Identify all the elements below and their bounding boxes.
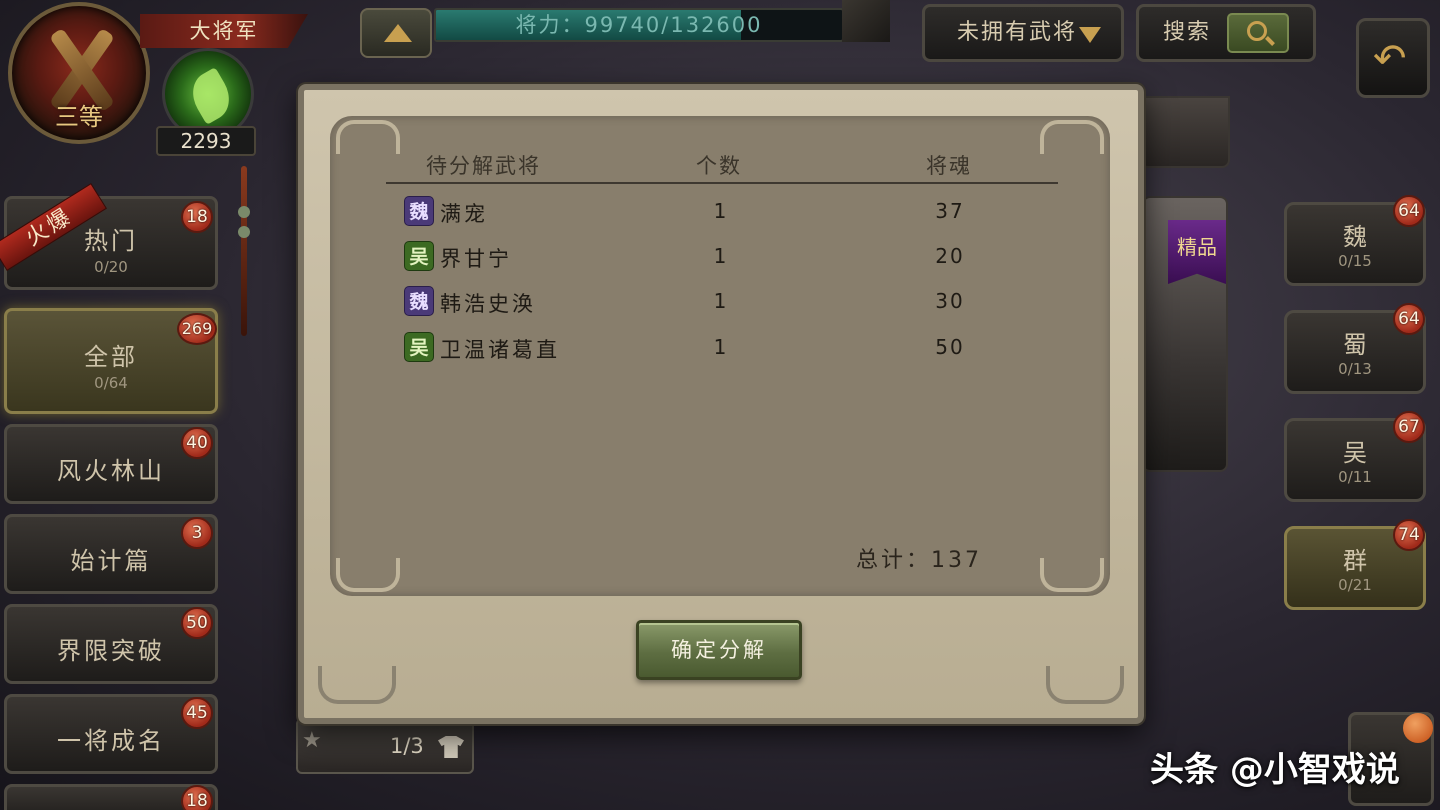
hero-card[interactable] [1140, 96, 1230, 168]
category-shiji[interactable]: 始计篇 3 [4, 514, 218, 594]
hero-name: 韩浩史涣 [440, 292, 536, 316]
category-progress: 0/64 [94, 374, 128, 392]
hero-count: 1 [713, 289, 727, 313]
count-badge: 74 [1393, 519, 1425, 551]
table-row: 吴 卫温诸葛直 1 50 [0, 332, 1440, 372]
power-progress-bar: 将力：99740/132600 [434, 8, 844, 42]
table-row: 吴 界甘宁 1 20 [0, 241, 1440, 281]
hero-name: 界甘宁 [440, 247, 512, 271]
column-header-count: 个数 [696, 154, 742, 178]
hero-count: 1 [713, 244, 727, 268]
category-label: 界限突破 [57, 637, 165, 665]
confirm-decompose-button[interactable]: 确定分解 [636, 620, 802, 680]
column-header-hero: 待分解武将 [426, 154, 541, 178]
rank-title: 大将军 [140, 14, 308, 48]
hero-soul: 30 [935, 289, 965, 313]
search-button[interactable] [1227, 13, 1289, 53]
count-badge: 45 [181, 697, 213, 729]
category-label: 一将成名 [57, 727, 165, 755]
hero-soul: 20 [935, 244, 965, 268]
hero-name: 满宠 [440, 202, 488, 226]
soul-total: 总计：137 [856, 548, 982, 573]
count-badge: 40 [181, 427, 213, 459]
watermark: 头条 @小智戏说 [1150, 750, 1400, 790]
table-row: 魏 满宠 1 37 [0, 196, 1440, 236]
category-more[interactable]: 18 [4, 784, 218, 810]
hero-count: 1 [713, 335, 727, 359]
bar-ornament [842, 0, 890, 42]
faction-wu[interactable]: 吴 0/11 67 [1284, 411, 1426, 502]
count-badge: 50 [181, 607, 213, 639]
faction-chip-wei: 魏 [404, 196, 434, 226]
category-label: 始计篇 [70, 547, 152, 575]
column-header-soul: 将魂 [926, 154, 972, 178]
table-row: 魏 韩浩史涣 1 30 [0, 286, 1440, 326]
hero-name: 卫温诸葛直 [440, 338, 560, 362]
faction-chip-wu: 吴 [404, 241, 434, 271]
category-label: 风火林山 [57, 457, 165, 485]
category-jiexian[interactable]: 界限突破 50 [4, 604, 218, 684]
back-button[interactable]: ↶ [1356, 18, 1430, 98]
back-arrow-icon: ↶ [1373, 36, 1407, 82]
rank-emblem[interactable]: 三等 [8, 2, 150, 144]
faction-progress: 0/21 [1338, 576, 1372, 594]
count-badge: 18 [181, 785, 213, 810]
search-label: 搜索 [1163, 20, 1212, 45]
header-divider [386, 182, 1058, 184]
faction-chip-wei: 魏 [404, 286, 434, 316]
category-yijiang[interactable]: 一将成名 45 [4, 694, 218, 774]
rank-level: 三等 [55, 103, 103, 131]
notification-dot [1403, 713, 1433, 743]
owned-filter-dropdown[interactable]: 未拥有武将 [922, 4, 1124, 62]
faction-qun[interactable]: 群 0/21 74 [1284, 519, 1426, 610]
faction-progress: 0/11 [1338, 468, 1372, 486]
costume-icon [438, 736, 464, 758]
star-icon: ★ [302, 728, 322, 753]
orb-count: 2293 [156, 126, 256, 156]
hero-card-strip[interactable]: ★ 1/3 [296, 718, 474, 774]
category-fenghuolinshan[interactable]: 风火林山 40 [4, 424, 218, 504]
triangle-up-icon [384, 24, 412, 42]
card-count: 1/3 [390, 734, 424, 758]
search-box[interactable]: 搜索 [1136, 4, 1316, 62]
faction-chip-wu: 吴 [404, 332, 434, 362]
expand-up-button[interactable] [360, 8, 432, 58]
count-badge: 67 [1393, 411, 1425, 443]
hero-soul: 50 [935, 335, 965, 359]
count-badge: 3 [181, 517, 213, 549]
chevron-down-icon [1079, 27, 1101, 43]
hero-count: 1 [713, 199, 727, 223]
filter-label: 未拥有武将 [957, 20, 1078, 45]
power-text: 将力：99740/132600 [515, 13, 763, 37]
hero-soul: 37 [935, 199, 965, 223]
